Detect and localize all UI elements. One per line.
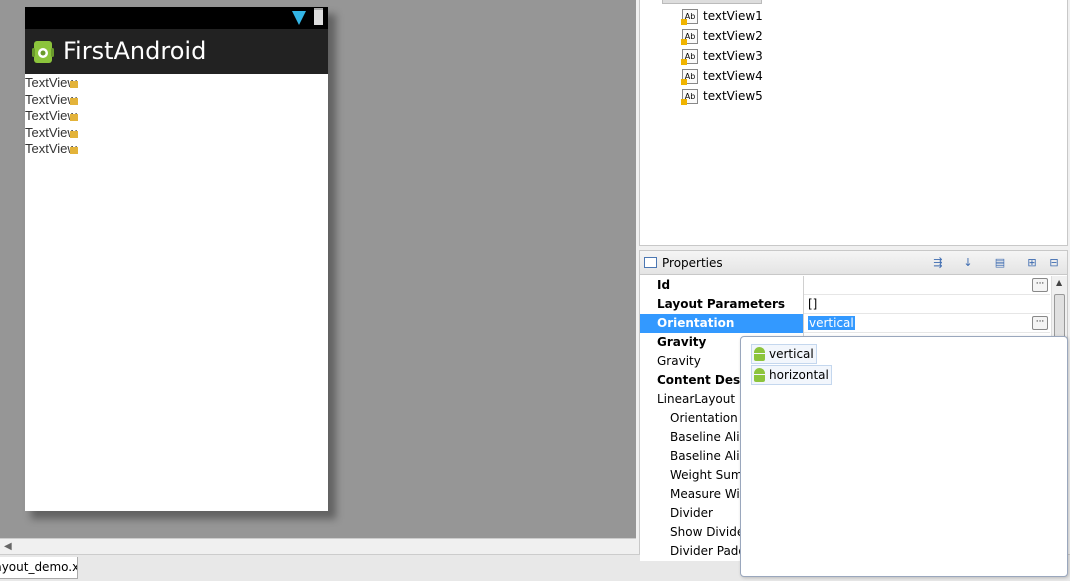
filter-icon[interactable]: ⇶: [930, 255, 946, 271]
textview-icon: Ab: [681, 48, 698, 65]
properties-title: Properties: [662, 256, 723, 270]
textview-icon: Ab: [681, 68, 698, 85]
battery-icon: [314, 8, 323, 25]
outline-item[interactable]: Ab textView4: [681, 67, 763, 85]
ide-window: FirstAndroid TextView TextView TextView …: [0, 0, 1070, 581]
property-row-layout-parameters[interactable]: + Layout Parameters []: [640, 295, 1050, 314]
text-view[interactable]: TextView: [25, 141, 78, 158]
warning-icon: [69, 130, 78, 138]
collapse-all-icon[interactable]: ⊟: [1046, 255, 1062, 271]
outline-item[interactable]: Ab textView5: [681, 87, 763, 105]
android-icon: [752, 367, 767, 383]
property-row-orientation[interactable]: Orientation vertical ···: [640, 314, 1050, 333]
app-title: FirstAndroid: [63, 37, 207, 65]
scroll-up-arrow-icon[interactable]: ▲: [1056, 278, 1062, 287]
outline-item[interactable]: Ab textView1: [681, 7, 763, 25]
text-view[interactable]: TextView: [25, 75, 78, 92]
outline-item[interactable]: Ab textView2: [681, 27, 763, 45]
sort-alpha-icon[interactable]: ↓: [960, 255, 976, 271]
orientation-value-input[interactable]: vertical: [805, 314, 1050, 333]
text-view-list: TextView TextView TextView TextView Text…: [25, 75, 78, 158]
outline-item[interactable]: Ab textView3: [681, 47, 763, 65]
android-icon: [752, 346, 767, 362]
text-view[interactable]: TextView: [25, 125, 78, 142]
properties-header: Properties ⇶ ↓ ▤ ⊞ ⊟: [640, 251, 1067, 275]
advanced-properties-icon[interactable]: ▤: [992, 255, 1008, 271]
textview-icon: Ab: [681, 88, 698, 105]
dropdown-option-horizontal[interactable]: horizontal: [751, 365, 832, 385]
scrollbar-thumb[interactable]: [1054, 294, 1065, 342]
browse-button[interactable]: ···: [1032, 278, 1048, 292]
tab-layout-file[interactable]: layout_demo.xml: [0, 557, 78, 579]
outline-panel: Ab textView1 Ab textView2 Ab textView3 Ab te…: [639, 0, 1068, 246]
textview-icon: Ab: [681, 28, 698, 45]
status-bar: [25, 7, 328, 29]
outline-parent-node[interactable]: [662, 0, 762, 4]
horizontal-scrollbar[interactable]: ◀: [0, 538, 636, 554]
text-view[interactable]: TextView: [25, 92, 78, 109]
textview-icon: Ab: [681, 8, 698, 25]
wifi-icon: [292, 11, 306, 25]
properties-view-icon: [644, 257, 657, 268]
warning-icon: [69, 81, 78, 88]
expand-all-icon[interactable]: ⊞: [1024, 255, 1040, 271]
dropdown-option-vertical[interactable]: vertical: [751, 344, 817, 364]
text-view[interactable]: TextView: [25, 108, 78, 125]
android-app-icon: [32, 41, 54, 63]
warning-icon: [69, 147, 78, 154]
property-row-id[interactable]: Id ···: [640, 276, 1050, 295]
action-bar: FirstAndroid: [25, 29, 328, 74]
orientation-dropdown: vertical horizontal: [740, 336, 1068, 577]
device-preview[interactable]: FirstAndroid TextView TextView TextView …: [25, 7, 328, 511]
warning-icon: [69, 114, 78, 121]
scroll-left-arrow-icon[interactable]: ◀: [4, 541, 12, 552]
browse-button[interactable]: ···: [1032, 316, 1048, 330]
layout-canvas[interactable]: FirstAndroid TextView TextView TextView …: [0, 0, 636, 538]
warning-icon: [69, 97, 78, 105]
